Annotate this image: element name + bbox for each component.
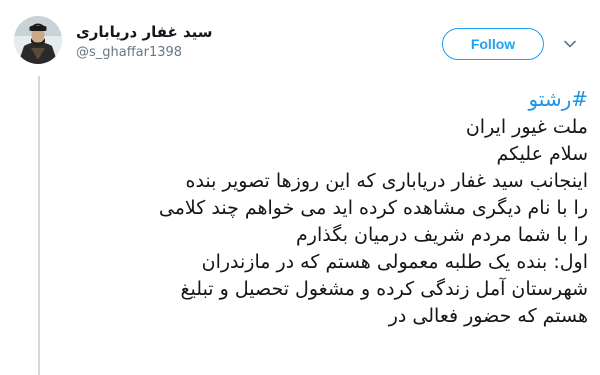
user-avatar[interactable]: [14, 16, 62, 64]
tweet-line: اول: بنده یک طلبه معمولی هستم که در مازن…: [201, 251, 588, 273]
display-name[interactable]: سید غفار دریاباری: [76, 23, 213, 41]
tweet-line: هستم که حضور فعالی در: [388, 305, 588, 327]
hashtag-link[interactable]: #رشتو: [528, 87, 588, 111]
chevron-down-icon[interactable]: [560, 36, 580, 52]
tweet-text: #رشتو ملت غیور ایران سلام علیکم اینجانب …: [60, 86, 588, 330]
tweet-line: اینجانب سید غفار دریاباری که این روزها ت…: [185, 170, 589, 192]
follow-button[interactable]: Follow: [442, 28, 544, 60]
avatar-image: [14, 16, 62, 64]
tweet-line: شهرستان آمل زندگی کرده و مشغول تحصیل و ت…: [180, 278, 588, 300]
tweet-line: را با نام دیگری مشاهده کرده اید می خواهم…: [158, 197, 588, 219]
tweet-line: ملت غیور ایران: [465, 116, 588, 138]
tweet-line: را با شما مردم شریف درمیان بگذارم: [296, 224, 588, 246]
thread-line: [38, 76, 40, 375]
user-handle[interactable]: @s_ghaffar1398: [76, 45, 182, 60]
tweet-line: سلام علیکم: [496, 143, 588, 165]
